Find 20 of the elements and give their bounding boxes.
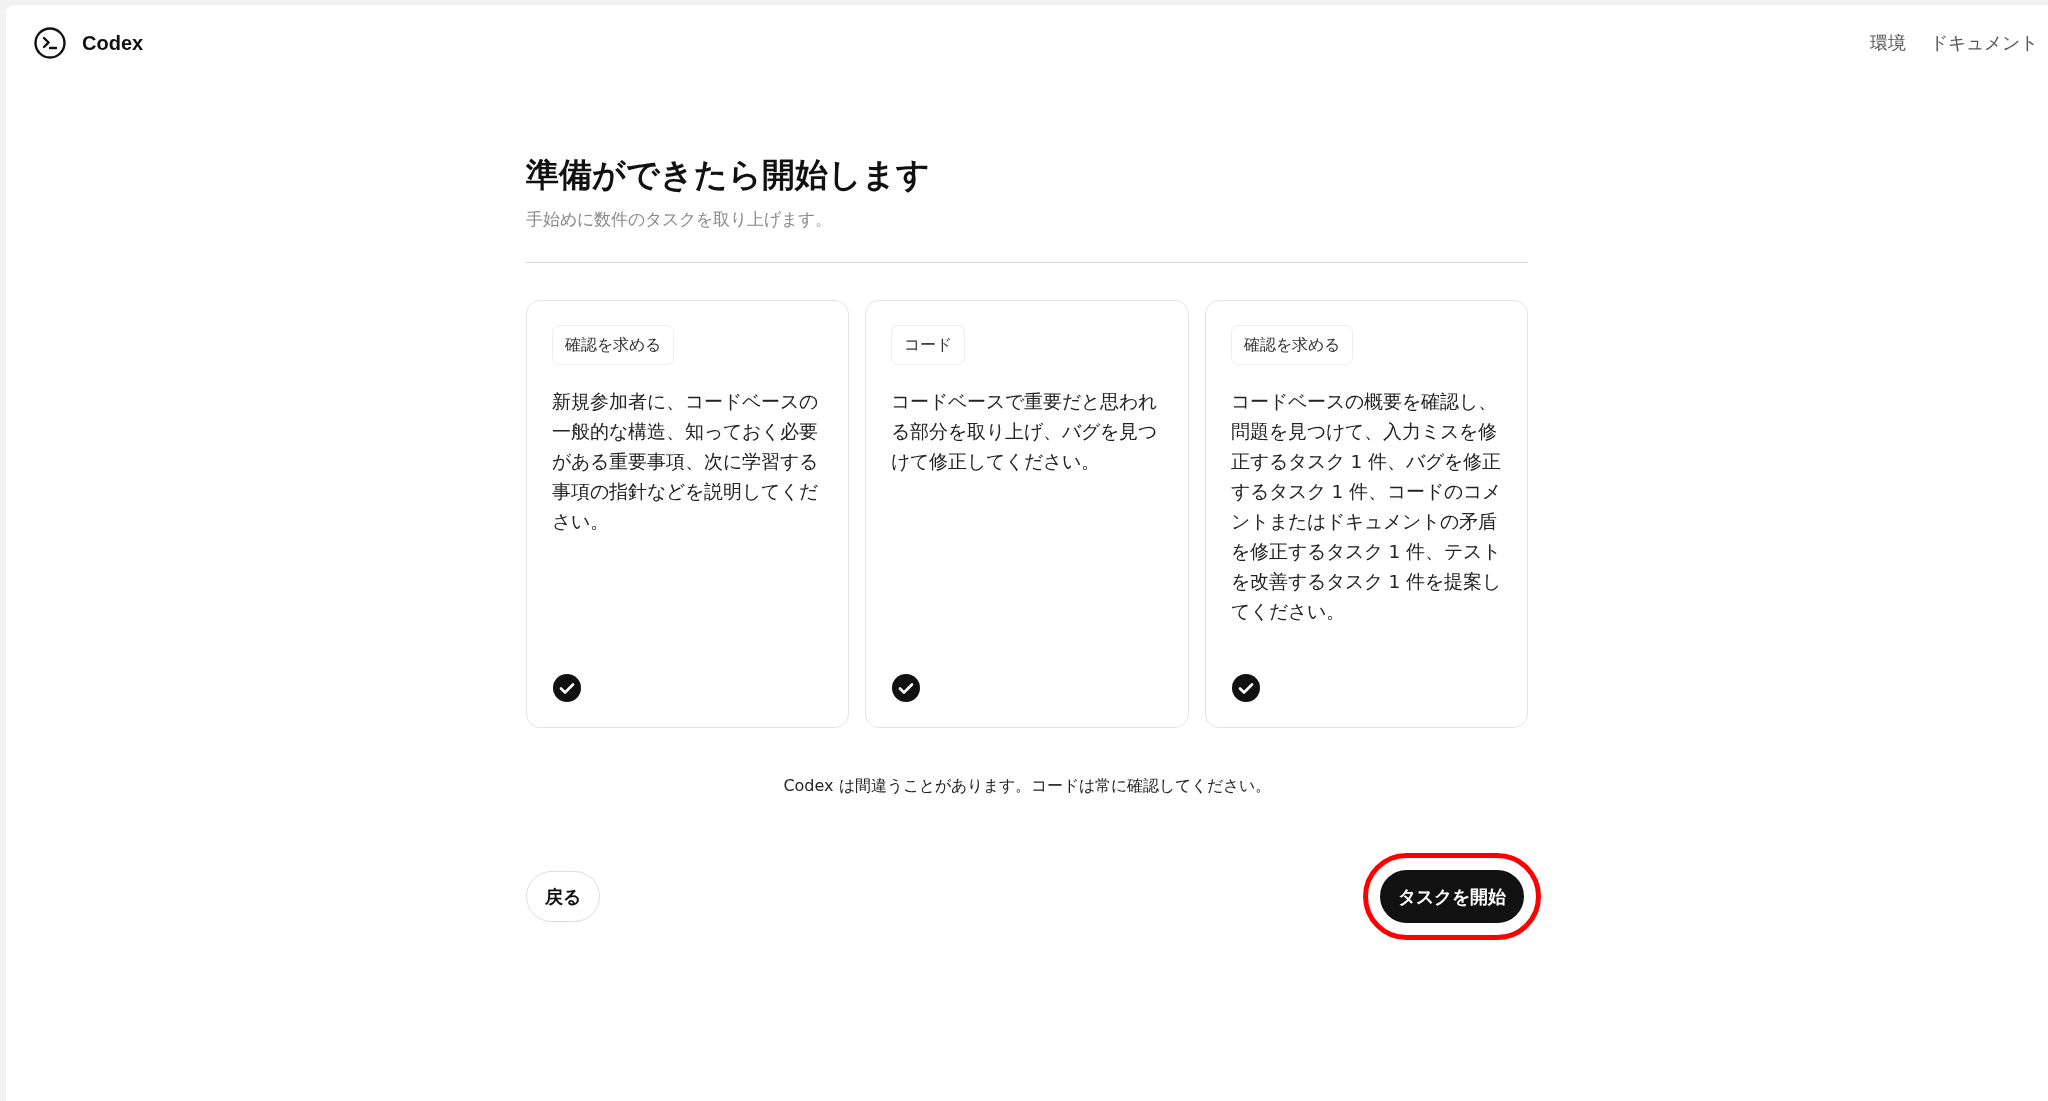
check-circle-icon[interactable] [891, 673, 922, 704]
disclaimer-text: Codex は間違うことがあります。コードは常に確認してください。 [782, 775, 1272, 798]
check-circle-icon[interactable] [552, 673, 582, 704]
task-tag: 確認を求める [1230, 325, 1353, 366]
task-description: コードベースで重要だと思われる部分を取り上げ、バグを見つけて修正してください。 [891, 390, 1159, 475]
brand-name: Codex [82, 30, 144, 56]
page-subtitle: 手始めに数件のタスクを取り上げます。 [526, 207, 833, 231]
back-button[interactable]: 戻る [526, 871, 600, 923]
nav-link[interactable]: 環境 [1870, 29, 1906, 56]
check-circle-icon[interactable] [1230, 673, 1261, 704]
task-tag: コード [891, 325, 966, 366]
task-card[interactable]: 確認を求める コードベースの概要を確認し、問題を見つけて、入力ミスを修正するタスク 1 件、バグを修正するタスク 1 件、コードのコメントまたはドキュメントの矛盾を修正するタスク 1 件、テストを改善するタスク 1 件を提案してください。 [1204, 300, 1528, 729]
task-description: コードベースの概要を確認し、問題を見つけて、入力ミスを修正するタスク 1 件、バグを修正するタスク 1 件、コードのコメントまたはドキュメントの矛盾を修正するタスク 1 件、テストを改善するタスク 1 件を提案してください。 [1230, 390, 1503, 625]
task-description: 新規参加者に、コードベースの一般的な構造、知っておく必要がある重要事項、次に学習する事項の指針などを説明してください。 [552, 390, 819, 535]
task-card[interactable]: コード コードベースで重要だと思われる部分を取り上げ、バグを見つけて修正してください。 [865, 300, 1189, 729]
nav-link[interactable]: ドキュメント [1930, 29, 2038, 56]
task-card[interactable]: 確認を求める 新規参加者に、コードベースの一般的な構造、知っておく必要がある重要事項、次に学習する事項の指針などを説明してください。 [526, 300, 850, 729]
page-title: 準備ができたら開始します [526, 155, 931, 195]
task-tag: 確認を求める [552, 325, 674, 366]
terminal-logo-icon [34, 26, 66, 59]
